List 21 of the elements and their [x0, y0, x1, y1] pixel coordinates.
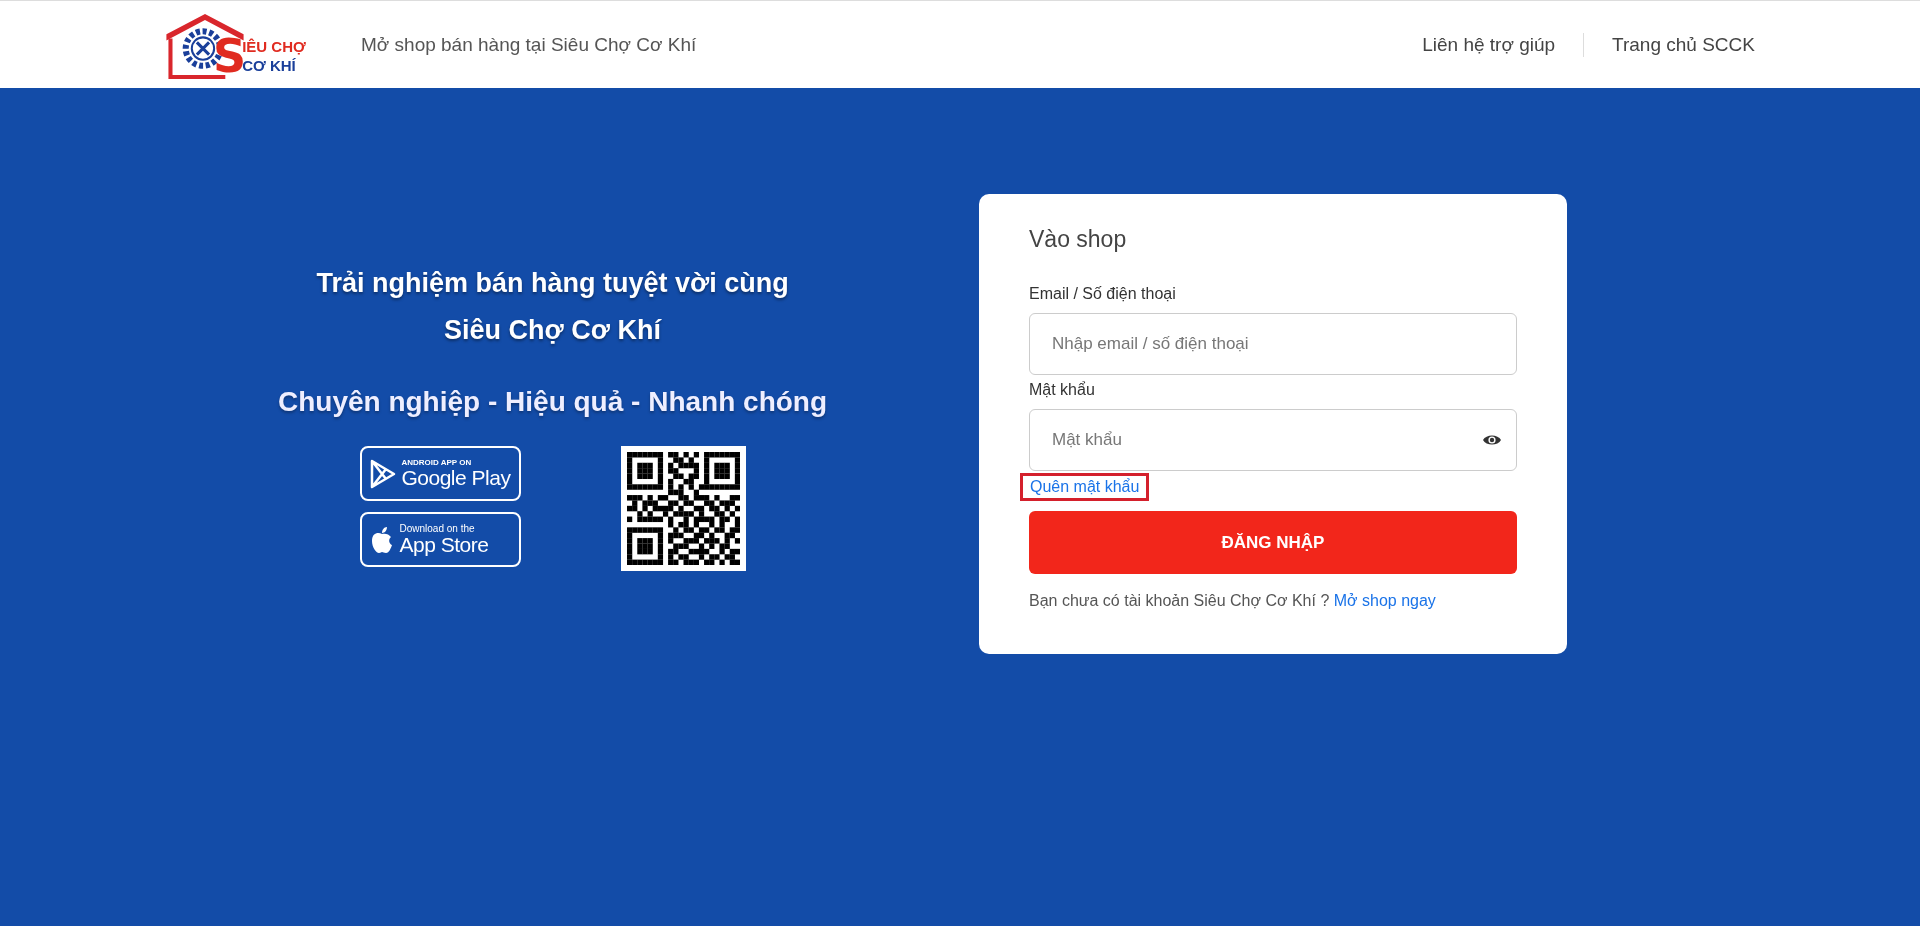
signup-prompt: Bạn chưa có tài khoản Siêu Chợ Cơ Khí ? Mở shop ngay [1029, 592, 1437, 610]
play-triangle-icon [369, 458, 396, 489]
header-tagline: Mở shop bán hàng tại Siêu Chợ Cơ Khí [361, 33, 697, 56]
open-shop-link[interactable]: Mở shop ngay [1333, 592, 1436, 609]
eye-icon[interactable] [1483, 434, 1501, 446]
login-button[interactable]: ĐĂNG NHẬP [1029, 511, 1517, 574]
login-title: Vào shop [1029, 226, 1128, 253]
app-store-badge[interactable]: Download on the App Store [359, 512, 521, 567]
app-store-badge[interactable]: ANDROID APP ON Google Play [359, 446, 521, 501]
logo-text: CƠ KHÍ [242, 57, 297, 73]
password-field[interactable]: Mật khẩu [1029, 409, 1517, 471]
promo-headline: Trải nghiệm bán hàng tuyệt vời cùng Siêu Chợ Cơ Khí [316, 267, 789, 347]
header-link[interactable]: Liên hệ trợ giúp [1394, 33, 1584, 56]
logo-text: IÊU CHỢ [242, 38, 306, 54]
apple-icon [369, 525, 394, 554]
field-label: Email / Số điện thoại [1029, 285, 1177, 303]
forgot-password-link[interactable]: Quên mật khẩu [1020, 473, 1150, 501]
promo-slogan: Chuyên nghiệp - Hiệu quả - Nhanh chóng [277, 386, 828, 418]
field-label: Mật khẩu [1029, 381, 1096, 399]
header-link[interactable]: Trang chủ SCCK [1584, 33, 1755, 56]
email-field[interactable]: Nhập email / số điện thoại [1029, 313, 1517, 375]
